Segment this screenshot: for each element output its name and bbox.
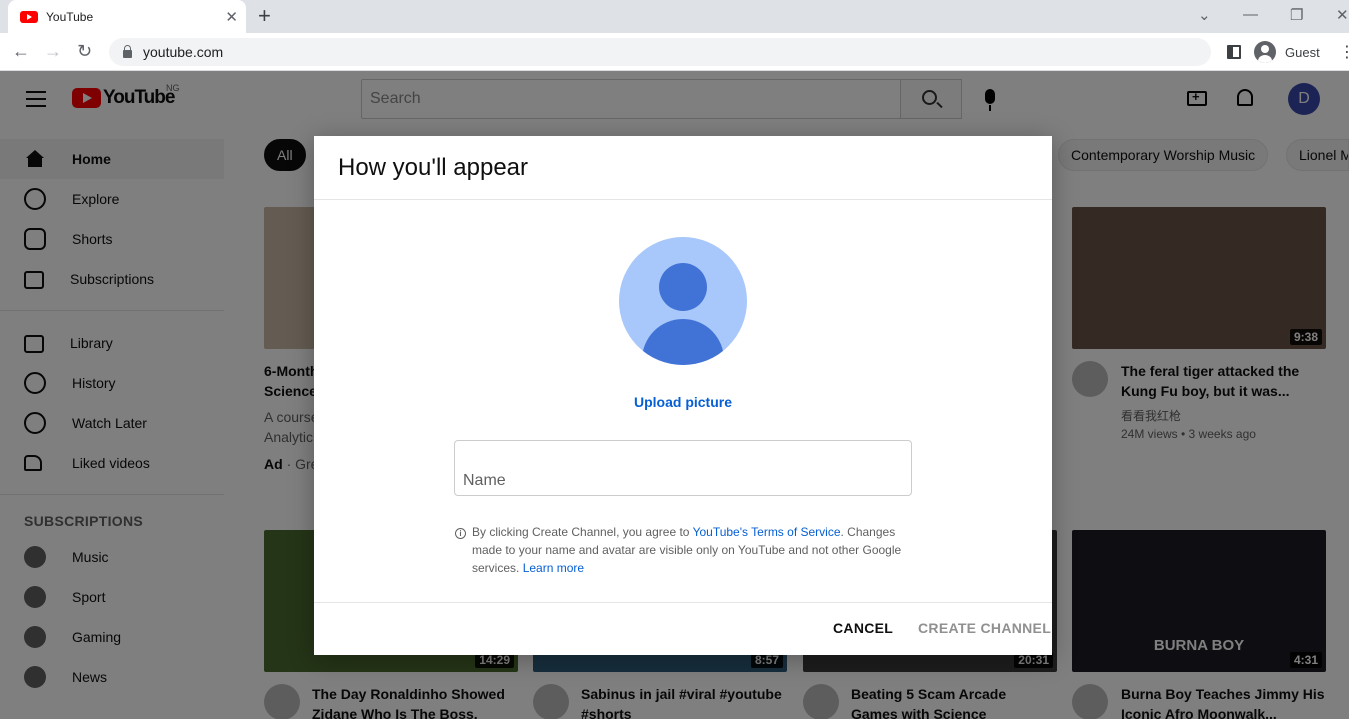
dialog-divider — [314, 602, 1052, 603]
forward-icon[interactable]: → — [44, 41, 62, 61]
side-panel-icon[interactable] — [1227, 45, 1241, 59]
url-text: youtube.com — [143, 44, 224, 60]
name-field[interactable] — [454, 440, 912, 496]
create-channel-button[interactable]: CREATE CHANNEL — [918, 618, 1051, 638]
browser-toolbar: ← → ↻ youtube.com Guest ⋮ — [0, 33, 1349, 71]
guest-avatar-icon — [1254, 41, 1276, 63]
consent-prefix: By clicking Create Channel, you agree to — [472, 525, 693, 539]
youtube-favicon-icon — [20, 10, 38, 23]
browser-tab-bar: YouTube ✕ + ⌄ — ❐ ✕ — [0, 0, 1349, 33]
avatar-body — [642, 319, 724, 365]
new-tab-icon[interactable]: + — [258, 4, 271, 28]
terms-of-service-link[interactable]: YouTube's Terms of Service — [693, 525, 841, 539]
info-icon: i — [455, 528, 466, 539]
browser-tab[interactable]: YouTube ✕ — [8, 0, 246, 33]
profile-label: Guest — [1285, 44, 1320, 60]
consent-text: By clicking Create Channel, you agree to… — [472, 523, 912, 577]
minimize-icon[interactable]: — — [1243, 6, 1258, 23]
dialog-divider — [314, 199, 1052, 200]
learn-more-link[interactable]: Learn more — [523, 561, 584, 575]
back-icon[interactable]: ← — [12, 41, 30, 61]
tab-close-icon[interactable]: ✕ — [225, 8, 238, 26]
avatar-head — [659, 263, 707, 311]
browser-menu-icon[interactable]: ⋮ — [1339, 45, 1349, 61]
address-bar[interactable]: youtube.com — [109, 38, 1211, 66]
default-avatar-icon — [619, 237, 747, 365]
reload-icon[interactable]: ↻ — [77, 41, 92, 61]
dialog-title: How you'll appear — [338, 154, 529, 181]
tab-search-icon[interactable]: ⌄ — [1198, 6, 1211, 24]
profile-button[interactable]: Guest — [1254, 39, 1320, 65]
tab-title: YouTube — [46, 9, 94, 24]
upload-picture-link[interactable]: Upload picture — [314, 394, 1052, 410]
cancel-button[interactable]: CANCEL — [833, 618, 893, 638]
lock-icon[interactable] — [123, 44, 132, 58]
restore-icon[interactable]: ❐ — [1290, 6, 1303, 24]
window-close-icon[interactable]: ✕ — [1336, 6, 1349, 24]
create-channel-dialog: How you'll appear Upload picture i By cl… — [314, 136, 1052, 655]
